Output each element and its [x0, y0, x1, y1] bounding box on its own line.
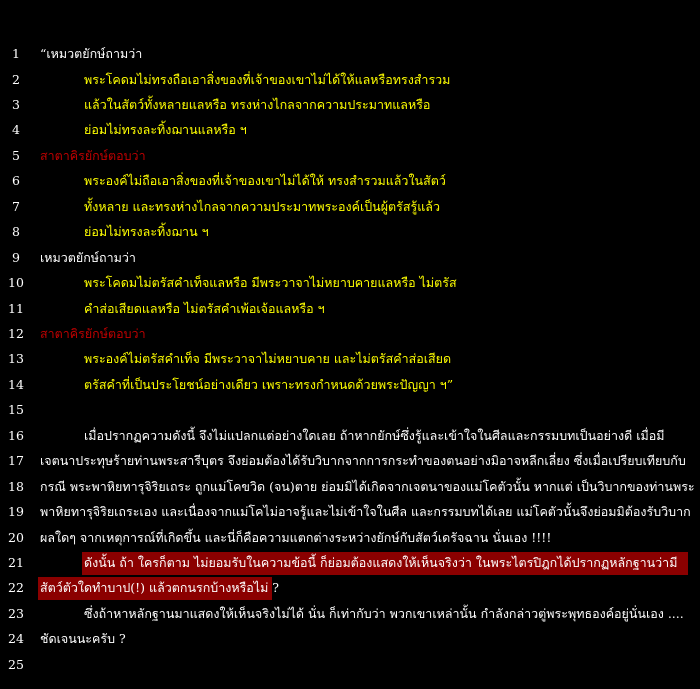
line-text: พระองค์ไม่ถือเอาสิ่งของที่เจ้าของเขาไม่ไ…	[84, 173, 446, 189]
line-number: 10	[8, 275, 24, 290]
line-text: สาตาคิรยักษ์ตอบว่า	[40, 147, 146, 163]
document-line: 8 ย่อมไม่ทรงละทิ้งฌาน ฯ	[0, 220, 700, 244]
line-text: ทั้งหลาย และทรงห่างไกลจากความประมาทพระอง…	[84, 198, 440, 214]
line-text: ย่อมไม่ทรงละทิ้งฌานแลหรือ ฯ	[84, 122, 247, 138]
document-line: 3 แล้วในสัตว์ทั้งหลายแลหรือ ทรงห่างไกลจาก…	[0, 93, 700, 117]
line-number: 25	[8, 656, 24, 672]
line-number: 11	[8, 300, 24, 316]
line-number: 15	[8, 402, 24, 418]
document-line: 17 เจตนาประทุษร้ายท่านพระสารีบุตร จึงย่อม…	[0, 449, 700, 473]
document-line: 4 ย่อมไม่ทรงละทิ้งฌานแลหรือ ฯ	[0, 118, 700, 142]
document-line: 6 พระองค์ไม่ถือเอาสิ่งของที่เจ้าของเขาไม่…	[0, 169, 700, 193]
line-number: 22	[8, 580, 24, 596]
line-number: 14	[8, 376, 24, 392]
line-number: 21	[8, 555, 24, 570]
document-line: 7 ทั้งหลาย และทรงห่างไกลจากความประมาทพระอ…	[0, 195, 700, 219]
document-line: 11 คำส่อเสียดแลหรือ ไม่ตรัสคำเพ้อเจ้อแลหร…	[0, 297, 700, 321]
line-number: 20	[8, 529, 24, 545]
document-page: 1 “เหมวตยักษ์ถามว่า 2 พระโคดมไม่ทรงถือเอาสิ…	[0, 0, 700, 689]
line-number: 12	[8, 325, 24, 341]
document-line: 15	[0, 398, 700, 422]
document-line: 9 เหมวตยักษ์ถามว่า	[0, 246, 700, 270]
line-text: พระโคดมไม่ตรัสคำเท็จแลหรือ มีพระวาจาไม่ห…	[84, 275, 457, 290]
line-text: ซึ่งถ้าหาหลักฐานมาแสดงให้เห็นจริงไม่ได้ …	[84, 605, 684, 621]
document-line: 23 ซึ่งถ้าหาหลักฐานมาแสดงให้เห็นจริงไม่ได…	[0, 602, 700, 626]
line-text: ตรัสคำที่เป็นประโยชน์อย่างเดียว เพราะทรง…	[84, 376, 454, 392]
line-text: ย่อมไม่ทรงละทิ้งฌาน ฯ	[84, 224, 209, 240]
line-text: พาหิยทารุจิริยเถระเอง และเนื่องจากแม่โคไ…	[40, 504, 691, 520]
line-text: เมื่อปรากฏความดังนี้ จึงไม่แปลกแต่อย่างใ…	[84, 427, 665, 443]
document-line: 2 พระโคดมไม่ทรงถือเอาสิ่งของที่เจ้าของเขา…	[0, 68, 700, 92]
line-number: 18	[8, 478, 24, 494]
line-number: 3	[12, 96, 20, 112]
line-number: 5	[12, 147, 20, 163]
document-line: 25	[0, 653, 700, 677]
line-number: 23	[8, 605, 24, 621]
line-number: 13	[8, 351, 24, 367]
line-text: พระโคดมไม่ทรงถือเอาสิ่งของที่เจ้าของเขาไ…	[84, 71, 451, 87]
line-number: 6	[12, 173, 20, 189]
document-line: 20 ผลใดๆ จากเหตุการณ์ที่เกิดขึ้น และนี่ก็…	[0, 526, 700, 550]
line-number: 9	[12, 249, 20, 265]
document-line: 13 พระองค์ไม่ตรัสคำเท็จ มีพระวาจาไม่หยาบค…	[0, 347, 700, 371]
document-line: 14 ตรัสคำที่เป็นประโยชน์อย่างเดียว เพราะท…	[0, 373, 700, 397]
line-text: เหมวตยักษ์ถามว่า	[40, 249, 136, 265]
line-text: ดังนั้น ถ้า ใครก็ตาม ไม่ยอมรับในความข้อน…	[84, 555, 678, 570]
line-text: กรณี พระพาหิยทารุจิริยเถระ ถูกแม่โคขวิด …	[40, 478, 695, 494]
line-text: แล้วในสัตว์ทั้งหลายแลหรือ ทรงห่างไกลจากค…	[84, 96, 431, 112]
document-line: 12 สาตาคิรยักษ์ตอบว่า	[0, 322, 700, 346]
line-text: สัตว์ตัวใดทำบาป(!) แล้วตกนรกบ้างหรือไม่ …	[40, 580, 279, 596]
line-number: 19	[8, 504, 24, 520]
document-line: 24 ชัดเจนนะครับ ?	[0, 627, 700, 651]
line-text: พระองค์ไม่ตรัสคำเท็จ มีพระวาจาไม่หยาบคาย…	[84, 351, 452, 367]
line-text: ชัดเจนนะครับ ?	[40, 631, 126, 647]
line-text: ผลใดๆ จากเหตุการณ์ที่เกิดขึ้น และนี่ก็คื…	[40, 529, 552, 545]
line-number: 17	[8, 453, 24, 469]
line-number: 2	[12, 71, 20, 87]
line-number: 1	[12, 46, 20, 61]
line-number: 4	[12, 122, 20, 138]
document-line: 5 สาตาคิรยักษ์ตอบว่า	[0, 144, 700, 168]
line-text: คำส่อเสียดแลหรือ ไม่ตรัสคำเพ้อเจ้อแลหรือ…	[84, 300, 325, 316]
line-text: เจตนาประทุษร้ายท่านพระสารีบุตร จึงย่อมต้…	[40, 453, 686, 469]
document-line: 10 พระโคดมไม่ตรัสคำเท็จแลหรือ มีพระวาจาไม…	[0, 271, 700, 295]
document-line: 21 ดังนั้น ถ้า ใครก็ตาม ไม่ยอมรับในความข้…	[0, 551, 700, 575]
line-text: “เหมวตยักษ์ถามว่า	[40, 46, 143, 61]
document-line: 18 กรณี พระพาหิยทารุจิริยเถระ ถูกแม่โคขวิ…	[0, 475, 700, 499]
line-number: 7	[12, 198, 20, 214]
document-line: 22 สัตว์ตัวใดทำบาป(!) แล้วตกนรกบ้างหรือไม…	[0, 576, 700, 601]
line-number: 24	[8, 631, 24, 647]
document-line: 19 พาหิยทารุจิริยเถระเอง และเนื่องจากแม่โ…	[0, 500, 700, 524]
document-line: 1 “เหมวตยักษ์ถามว่า	[0, 42, 700, 66]
line-text: สาตาคิรยักษ์ตอบว่า	[40, 325, 146, 341]
document-line: 16 เมื่อปรากฏความดังนี้ จึงไม่แปลกแต่อย่า…	[0, 424, 700, 448]
line-number: 16	[8, 427, 24, 443]
line-number: 8	[12, 224, 20, 240]
